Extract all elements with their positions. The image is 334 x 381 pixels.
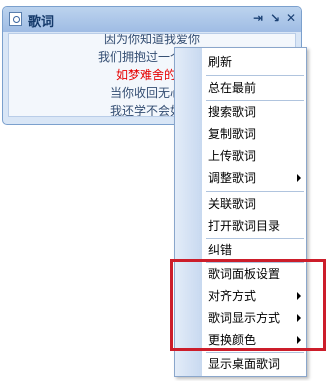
menu-separator (206, 75, 304, 76)
menu-separator (206, 191, 304, 192)
menu-item-open-lyrics-folder[interactable]: 打开歌词目录 (202, 215, 306, 237)
menu-item-always-on-top[interactable]: 总在最前 (202, 77, 306, 99)
close-icon[interactable]: ✕ (284, 10, 298, 26)
menu-item-correct-error[interactable]: 纠错 (202, 239, 306, 261)
pin-icon[interactable]: ⇥ (251, 10, 265, 26)
lyric-line: 因为你知道我爱你 (103, 33, 200, 46)
menu-item-refresh[interactable]: 刷新 (202, 51, 306, 73)
lyrics-app-icon (9, 12, 22, 26)
menu-item-desktop-lyrics[interactable]: 显示桌面歌词 (202, 353, 306, 375)
submenu-arrow-icon (297, 174, 301, 182)
minimize-icon[interactable]: ↘ (268, 10, 282, 26)
menu-item-link-lyrics[interactable]: 关联歌词 (202, 193, 306, 215)
title-bar[interactable]: 歌词 ⇥ ↘ ✕ (3, 7, 301, 32)
highlight-annotation-box (170, 259, 326, 351)
menu-item-adjust-lyrics[interactable]: 调整歌词 (202, 167, 306, 189)
menu-item-upload-lyrics[interactable]: 上传歌词 (202, 145, 306, 167)
menu-item-copy-lyrics[interactable]: 复制歌词 (202, 123, 306, 145)
window-title: 歌词 (28, 15, 55, 30)
menu-item-search-lyrics[interactable]: 搜索歌词 (202, 101, 306, 123)
